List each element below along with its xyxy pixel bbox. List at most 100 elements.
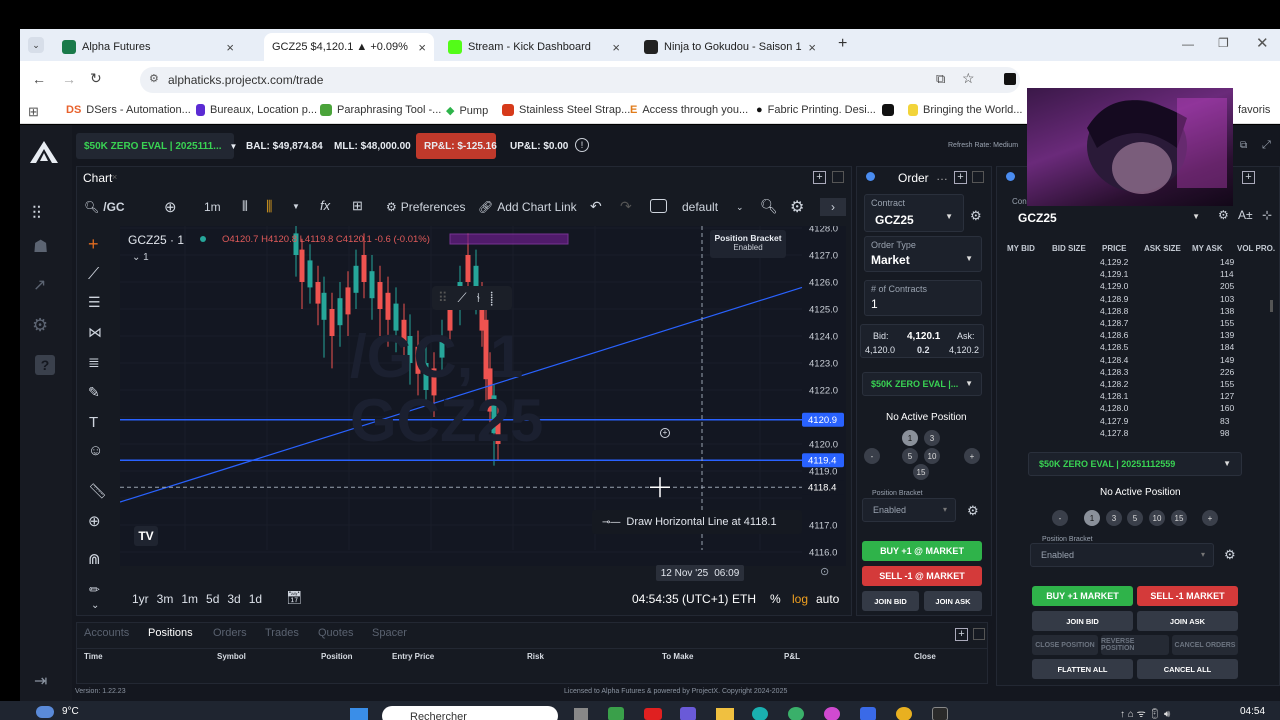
candle-style-icon[interactable]: ⫼ bbox=[266, 198, 272, 215]
range-1d[interactable]: 1d bbox=[249, 592, 262, 606]
dom-row[interactable]: 4,128.9 103 bbox=[1000, 294, 1260, 306]
fullscreen-icon[interactable]: ⤢ bbox=[1262, 139, 1271, 152]
chart-type-dropdown-icon[interactable]: ▼ bbox=[292, 202, 300, 211]
restore-icon[interactable]: ❐ bbox=[1218, 36, 1229, 50]
layout-grid-icon[interactable]: ⊞ bbox=[352, 198, 363, 214]
close-tab-icon[interactable]: × bbox=[612, 40, 620, 55]
gear-icon[interactable]: ⚙ bbox=[1218, 208, 1229, 222]
new-tab-button[interactable]: + bbox=[838, 35, 847, 53]
flatten-all-button[interactable]: FLATTEN ALL bbox=[1032, 659, 1133, 679]
layout-selector[interactable]: default ⌄ bbox=[682, 200, 744, 214]
qty-3-button[interactable]: 3 bbox=[924, 430, 940, 446]
chrome-icon[interactable] bbox=[896, 707, 912, 720]
gear-icon[interactable]: ⚙ bbox=[967, 503, 979, 519]
contracts-input[interactable]: # of Contracts 1 bbox=[864, 280, 982, 316]
indicators-icon[interactable]: fx bbox=[320, 198, 330, 213]
price-chart[interactable]: 4128.0 4127.0 4126.0 4125.0 4124.0 4123.0 4122… bbox=[120, 226, 846, 581]
chart-tab[interactable]: Chart bbox=[83, 171, 112, 185]
info-icon[interactable]: ! bbox=[575, 138, 589, 152]
minimize-icon[interactable]: — bbox=[1182, 37, 1194, 51]
maximize-panel-icon[interactable] bbox=[972, 171, 984, 183]
account-selector[interactable]: $50K ZERO EVAL | 2025111... ▼ bbox=[76, 133, 237, 159]
magnet-icon[interactable]: ⋒ bbox=[88, 550, 101, 568]
range-3m[interactable]: 3m bbox=[157, 592, 174, 606]
system-tray-icons[interactable]: ↑ ⌂ ᯤ 🔋︎ 🔊︎ bbox=[1120, 706, 1170, 720]
text-tool-icon[interactable]: T bbox=[89, 414, 98, 431]
bookmark-bureaux[interactable]: Bureaux, Location p... bbox=[196, 104, 317, 116]
bracket-selector[interactable]: Enabled ▾ bbox=[862, 498, 956, 522]
dom-row[interactable]: 4,128.6 139 bbox=[1000, 330, 1260, 342]
trendline-icon[interactable]: ⟋ bbox=[458, 290, 467, 306]
sell-market-button[interactable]: SELL -1 @ MARKET bbox=[862, 566, 982, 586]
dom-row[interactable]: 4,129.2 149 bbox=[1000, 257, 1260, 269]
back-icon[interactable]: ← bbox=[32, 71, 46, 87]
bookmark-stainless[interactable]: Stainless Steel Strap... bbox=[502, 104, 630, 116]
font-size-icon[interactable]: A± bbox=[1238, 208, 1253, 222]
dom-join-ask-button[interactable]: JOIN ASK bbox=[1137, 611, 1238, 631]
drag-handle-icon[interactable]: ⠿ bbox=[438, 290, 448, 306]
add-panel-icon[interactable]: + bbox=[813, 171, 826, 184]
trend-nav-icon[interactable]: ↗ bbox=[33, 275, 46, 295]
fib-icon[interactable]: ≣ bbox=[88, 354, 100, 371]
log-toggle[interactable]: log bbox=[792, 592, 808, 606]
users-nav-icon[interactable]: ☗ bbox=[33, 237, 48, 257]
bookmark-pump[interactable]: ◆ Pump bbox=[446, 104, 488, 118]
add-alert-icon[interactable]: + bbox=[660, 428, 670, 438]
bookmark-fabric[interactable]: ● Fabric Printing. Desi... bbox=[756, 104, 876, 116]
alpha-logo-icon[interactable] bbox=[28, 139, 60, 165]
more-icon[interactable]: … bbox=[936, 169, 948, 183]
bookmark-dsers[interactable]: DS DSers - Automation... bbox=[66, 104, 191, 116]
cancel-orders-button[interactable]: CANCEL ORDERS bbox=[1172, 635, 1238, 655]
toolbar-next-icon[interactable]: › bbox=[820, 198, 846, 216]
range-1yr[interactable]: 1yr bbox=[132, 592, 149, 606]
screenshot-icon[interactable] bbox=[650, 199, 667, 213]
dom-qty-minus-button[interactable]: - bbox=[1052, 510, 1068, 526]
range-1m[interactable]: 1m bbox=[181, 592, 198, 606]
contract-selector[interactable]: Contract GCZ25 ▼ bbox=[864, 194, 964, 232]
add-panel-icon[interactable]: + bbox=[954, 171, 967, 184]
qty-plus-button[interactable]: + bbox=[964, 448, 980, 464]
dom-row[interactable]: 4,128.1 127 bbox=[1000, 391, 1260, 403]
taskbar-search[interactable]: Rechercher bbox=[382, 706, 558, 720]
chart-settings-icon[interactable]: ⚙ bbox=[790, 197, 804, 217]
bookmark-paraphrasing[interactable]: Paraphrasing Tool -... bbox=[320, 104, 441, 116]
dom-join-bid-button[interactable]: JOIN BID bbox=[1032, 611, 1133, 631]
dom-row[interactable]: 4,128.7 155 bbox=[1000, 318, 1260, 330]
pattern-icon[interactable]: ⋈ bbox=[88, 324, 102, 341]
dom-qty-15-button[interactable]: 15 bbox=[1171, 510, 1187, 526]
crosshair-icon[interactable]: + bbox=[88, 234, 99, 255]
bookmark-access[interactable]: E Access through you... bbox=[630, 104, 748, 116]
browser-tab-gcz25[interactable]: GCZ25 $4,120.1 ▲ +0.09% × bbox=[264, 33, 434, 61]
close-tab-icon[interactable]: × bbox=[226, 40, 234, 55]
youtube-icon[interactable] bbox=[644, 708, 662, 720]
join-ask-button[interactable]: JOIN ASK bbox=[924, 591, 982, 611]
teams-icon[interactable] bbox=[680, 707, 696, 720]
more-icon[interactable]: ⸽ bbox=[490, 289, 493, 307]
tab-list-icon[interactable]: ⌄ bbox=[28, 37, 44, 53]
add-panel-icon[interactable]: + bbox=[955, 628, 968, 641]
order-account-selector[interactable]: $50K ZERO EVAL |... ▼ bbox=[862, 372, 982, 396]
redo-icon[interactable]: ↷ bbox=[620, 198, 632, 215]
panel-link-icon[interactable] bbox=[1006, 172, 1015, 181]
tab-positions[interactable]: Positions bbox=[148, 627, 193, 639]
qty-1-button[interactable]: 1 bbox=[902, 430, 918, 446]
gear-icon[interactable]: ⚙ bbox=[970, 208, 982, 224]
browser-tab-ninja[interactable]: Ninja to Gokudou - Saison 1 | A × bbox=[636, 33, 824, 61]
join-bid-button[interactable]: JOIN BID bbox=[862, 591, 919, 611]
dom-row[interactable]: 4,128.5 184 bbox=[1000, 342, 1260, 354]
weather-icon[interactable] bbox=[36, 706, 54, 718]
bookmark-star-icon[interactable]: ☆ bbox=[962, 70, 975, 87]
close-position-button[interactable]: CLOSE POSITION bbox=[1032, 635, 1098, 655]
symbol-search[interactable]: 🔍︎/GC bbox=[84, 200, 125, 214]
dom-sell-market-button[interactable]: SELL -1 MARKET bbox=[1137, 586, 1238, 606]
dom-qty-10-button[interactable]: 10 bbox=[1149, 510, 1165, 526]
percent-toggle[interactable]: % bbox=[770, 592, 781, 606]
session-toggle[interactable]: ETH bbox=[732, 592, 756, 606]
chart-nav-icon[interactable]: ⫶⫶ bbox=[32, 203, 41, 224]
legend-collapse[interactable]: ⌄ 1 bbox=[132, 252, 149, 263]
undo-icon[interactable]: ↶ bbox=[590, 198, 602, 215]
time-axis-settings-icon[interactable]: ⊙ bbox=[820, 565, 829, 578]
dom-row[interactable]: 4,128.3 226 bbox=[1000, 367, 1260, 379]
preferences-button[interactable]: ⚙ Preferences bbox=[386, 200, 465, 214]
app-icon[interactable] bbox=[860, 707, 876, 720]
